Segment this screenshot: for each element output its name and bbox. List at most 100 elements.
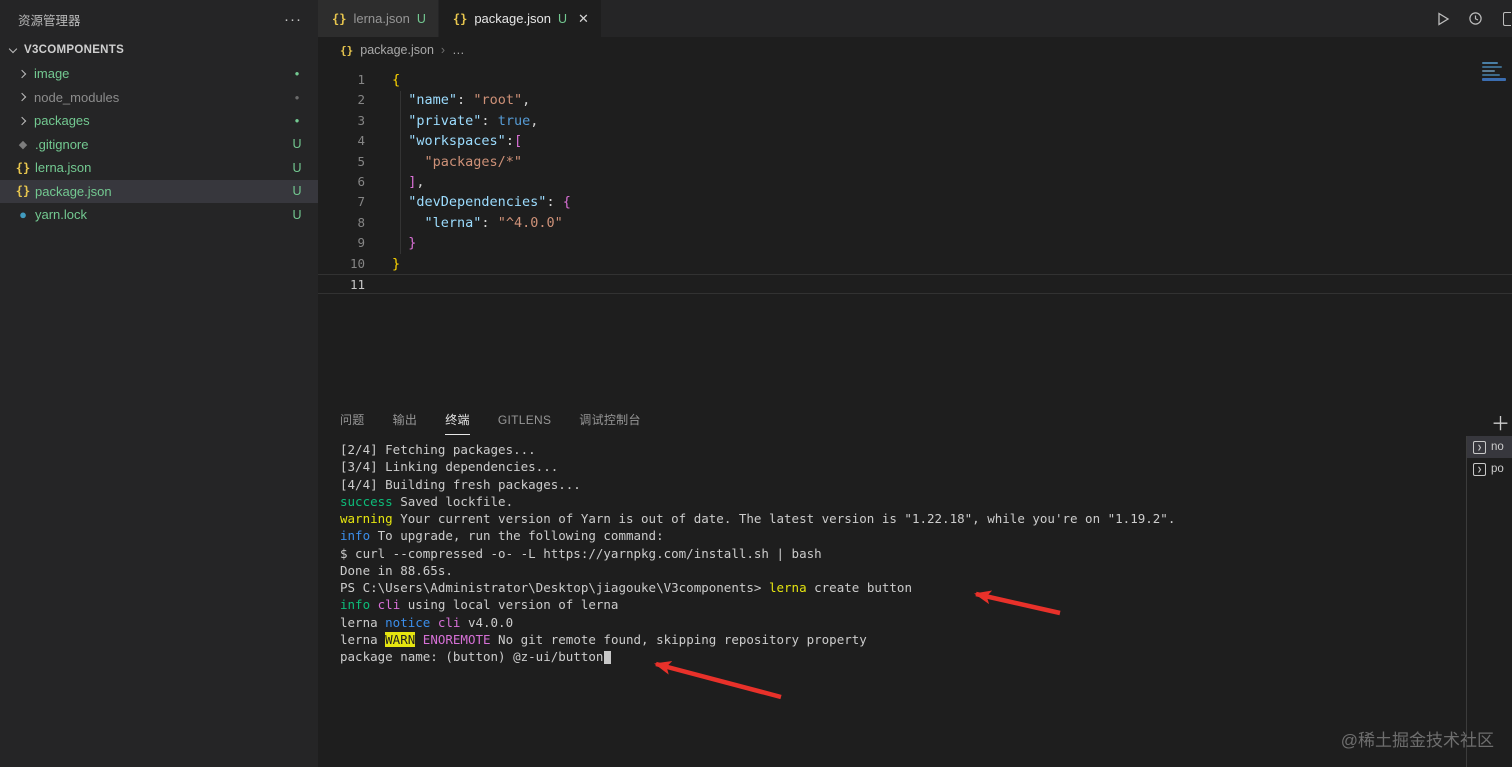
sidebar-item-node_modules[interactable]: node_modules ● [0, 86, 318, 110]
git-status-badge: ● [294, 69, 300, 79]
terminal[interactable]: [2/4] Fetching packages... [3/4] Linking … [318, 436, 1466, 767]
git-status-badge: U [292, 137, 302, 152]
git-status-badge: ● [294, 92, 300, 102]
sidebar-item-package.json[interactable]: {} package.json U [0, 179, 318, 203]
terminal-line: info To upgrade, run the following comma… [340, 528, 664, 544]
editor-line: 8 "lerna": "^4.0.0" [318, 213, 1512, 233]
sidebar-item-image[interactable]: image ● [0, 62, 318, 86]
shell-icon: ❯ [1473, 440, 1486, 454]
json-file-icon: {} [15, 160, 31, 175]
watermark: @稀土掘金技术社区 [1340, 731, 1494, 750]
chevron-right-icon [17, 93, 27, 102]
panel-tab-GITLENS[interactable]: GITLENS [498, 406, 551, 434]
item-label: node_modules [34, 89, 120, 105]
bottom-panel: 问题 输出 终端 GITLENS 调试控制台 ＋ [2/4] Fetching pack… [318, 403, 1512, 767]
sidebar-item-yarn.lock[interactable]: ● yarn.lock U [0, 203, 318, 227]
terminal-line: lerna WARN ENOREMOTE No git remote found… [340, 631, 867, 647]
tab-label: lerna.json [353, 11, 410, 26]
sidebar-item-lerna.json[interactable]: {} lerna.json U [0, 156, 318, 180]
yarn-file-icon: ● [19, 207, 27, 223]
line-number: 3 [357, 112, 365, 128]
panel-tab-终端[interactable]: 终端 [445, 404, 470, 435]
terminal-line: [4/4] Building fresh packages... [340, 476, 581, 492]
json-file-icon: {} [332, 11, 347, 26]
editor-line: 9 } [318, 233, 1512, 253]
editor-actions [1434, 0, 1512, 37]
more-actions-icon[interactable]: ··· [284, 11, 302, 28]
indent-guide [400, 91, 401, 254]
terminal-line: success Saved lockfile. [340, 493, 514, 509]
editor-line: 5 "packages/*" [318, 152, 1512, 172]
tab-lerna.json[interactable]: {} lerna.json U [318, 0, 438, 37]
run-icon[interactable] [1434, 10, 1452, 28]
explorer-title: 资源管理器 [18, 13, 81, 28]
tab-label: package.json [474, 11, 551, 26]
editor-line: 7 "devDependencies": { [318, 192, 1512, 212]
panel-tab-bar: 问题 输出 终端 GITLENS 调试控制台 [318, 403, 1512, 436]
terminal-instance-label: po [1491, 463, 1504, 475]
editor-line: 2 "name": "root", [318, 90, 1512, 110]
sidebar-item-.gitignore[interactable]: ◆ .gitignore U [0, 133, 318, 157]
git-status-badge: U [292, 207, 302, 222]
line-number: 6 [357, 173, 365, 189]
terminal-line: PS C:\Users\Administrator\Desktop\jiagou… [340, 580, 912, 595]
editor-line: 3 "private": true, [318, 111, 1512, 131]
workspace-root-row[interactable]: V3COMPONENTS [0, 38, 318, 62]
terminal-line: $ curl --compressed -o- -L https://yarnp… [340, 545, 822, 561]
line-number: 2 [357, 92, 365, 108]
new-terminal-icon[interactable]: ＋ [1491, 409, 1510, 436]
panel-tab-输出[interactable]: 输出 [393, 404, 418, 435]
item-label: packages [34, 113, 90, 129]
terminal-instance-no[interactable]: ❯ no [1467, 436, 1512, 458]
split-editor-icon[interactable] [1498, 10, 1512, 28]
json-file-icon: {} [452, 11, 468, 26]
code-editor[interactable]: 1{2 "name": "root", 3 "private": true, 4 "… [318, 63, 1512, 403]
file-tree: image ● node_modules ● packages ● ◆ .gitignore U… [0, 62, 318, 227]
line-number: 10 [349, 255, 365, 271]
item-label: image [34, 66, 70, 82]
editor-line: 11 [318, 273, 1512, 295]
line-number: 4 [357, 133, 365, 149]
editor-group: {} lerna.json U {} package.json U ✕ {} package… [318, 0, 1512, 403]
terminal-line: [2/4] Fetching packages... [340, 442, 536, 457]
git-file-icon: ◆ [18, 138, 28, 151]
terminal-instance-po[interactable]: ❯ po [1467, 458, 1512, 480]
breadcrumb-separator: › [440, 43, 446, 57]
history-icon[interactable] [1466, 10, 1484, 28]
panel-tab-问题[interactable]: 问题 [340, 404, 365, 435]
minimap[interactable] [1482, 62, 1510, 92]
item-label: package.json [35, 183, 112, 199]
json-file-icon: {} [340, 43, 354, 57]
git-status-badge: U [292, 184, 302, 199]
tab-package.json[interactable]: {} package.json U ✕ [438, 0, 601, 37]
editor-line: 10} [318, 254, 1512, 274]
explorer-sidebar: 资源管理器 ··· V3COMPONENTS image ● node_module… [0, 0, 318, 767]
item-label: lerna.json [35, 160, 92, 176]
terminal-line: [3/4] Linking dependencies... [340, 459, 559, 475]
dirty-indicator: U [557, 11, 567, 26]
shell-icon: ❯ [1473, 462, 1486, 476]
line-number: 8 [357, 214, 365, 230]
workspace-root-label: V3COMPONENTS [24, 44, 125, 56]
terminal-instance-label: no [1491, 441, 1504, 453]
item-label: .gitignore [35, 136, 89, 152]
breadcrumb-more[interactable]: … [452, 43, 465, 57]
breadcrumb: {} package.json › … [318, 37, 1512, 63]
line-number: 5 [357, 153, 365, 169]
close-icon[interactable]: ✕ [578, 11, 589, 27]
item-label: yarn.lock [35, 207, 88, 223]
panel-tab-调试控制台[interactable]: 调试控制台 [579, 404, 641, 435]
terminal-line: lerna notice cli v4.0.0 [340, 614, 514, 630]
chevron-right-icon [17, 69, 27, 78]
terminal-line: warning Your current version of Yarn is … [340, 511, 1176, 526]
line-number: 1 [357, 72, 365, 87]
editor-line: 4 "workspaces":[ [318, 131, 1512, 151]
terminal-line: info cli using local version of lerna [340, 597, 619, 613]
breadcrumb-file[interactable]: package.json [360, 43, 434, 57]
terminal-cursor [604, 651, 612, 664]
json-file-icon: {} [15, 184, 31, 199]
dirty-indicator: U [416, 11, 426, 26]
sidebar-item-packages[interactable]: packages ● [0, 109, 318, 133]
git-status-badge: ● [294, 116, 300, 126]
git-status-badge: U [292, 160, 302, 175]
